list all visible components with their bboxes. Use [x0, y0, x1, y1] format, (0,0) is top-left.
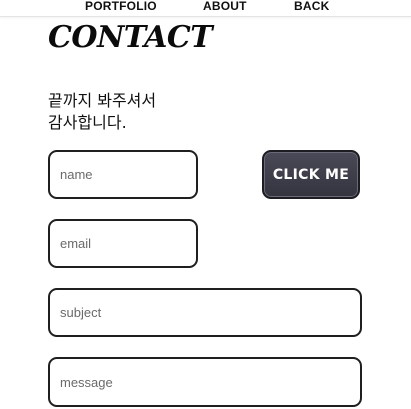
thank-you-line-1: 끝까지 봐주셔서 — [48, 91, 157, 110]
name-input[interactable] — [48, 150, 198, 199]
nav-link-back[interactable]: BACK — [294, 0, 329, 13]
nav-link-about[interactable]: ABOUT — [203, 0, 247, 13]
page-title: CONTACT — [48, 20, 213, 55]
submit-button[interactable]: CLICK ME — [262, 150, 360, 199]
thank-you-message: 끝까지 봐주셔서 감사합니다. — [48, 90, 156, 134]
subject-input[interactable] — [48, 288, 362, 337]
top-nav: PORTFOLIO ABOUT BACK — [0, 0, 411, 17]
email-input[interactable] — [48, 219, 198, 268]
thank-you-line-2: 감사합니다. — [48, 113, 127, 132]
message-input[interactable] — [48, 357, 362, 407]
nav-link-portfolio[interactable]: PORTFOLIO — [85, 0, 157, 13]
